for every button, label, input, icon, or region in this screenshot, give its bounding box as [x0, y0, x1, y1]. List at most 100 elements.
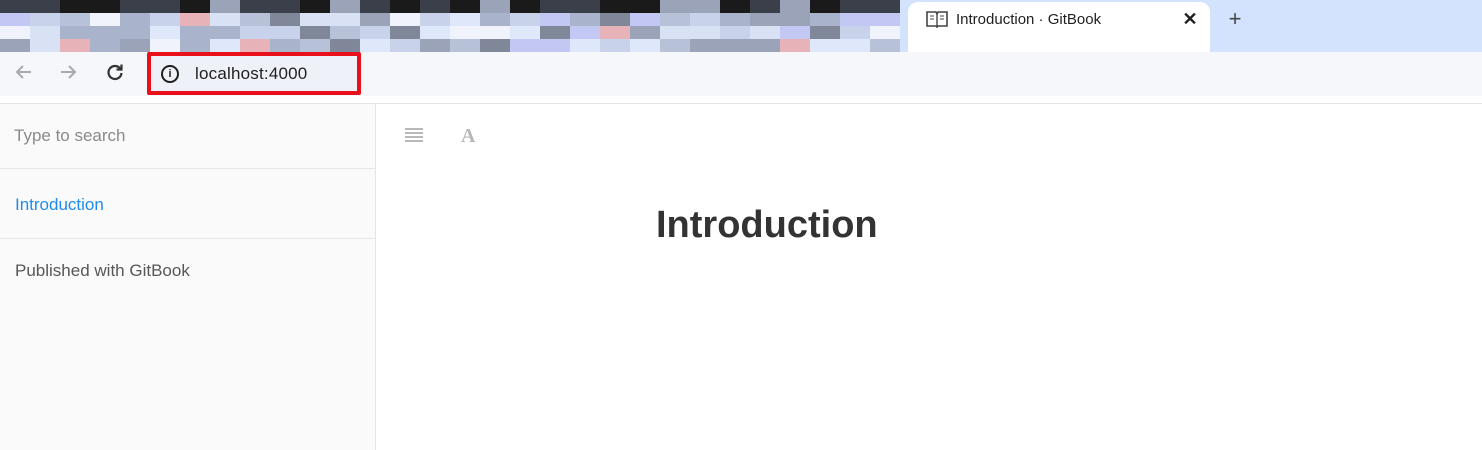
sidebar-item-introduction[interactable]: Introduction — [15, 195, 104, 215]
pixel-block — [840, 26, 870, 39]
pixel-block — [330, 0, 360, 13]
pixel-block — [600, 13, 630, 26]
back-arrow-icon[interactable] — [12, 62, 36, 86]
pixel-block — [360, 39, 390, 52]
pixel-block — [540, 39, 570, 52]
pixel-block — [420, 39, 450, 52]
pixel-block — [420, 0, 450, 13]
pixel-block — [810, 39, 840, 52]
pixel-block — [270, 0, 300, 13]
reload-icon[interactable] — [103, 62, 127, 86]
pixel-block — [600, 0, 630, 13]
pixel-block — [330, 26, 360, 39]
pixel-block — [90, 26, 120, 39]
pixel-block — [510, 13, 540, 26]
main-content: A Introduction — [377, 104, 1482, 450]
pixel-block — [300, 13, 330, 26]
pixel-block — [210, 26, 240, 39]
font-settings-icon[interactable]: A — [461, 125, 475, 148]
pixel-block — [870, 26, 900, 39]
pixel-block — [270, 13, 300, 26]
search-box — [0, 104, 375, 169]
pixel-block — [660, 39, 690, 52]
pixel-block — [510, 39, 540, 52]
pixel-block — [180, 39, 210, 52]
tab-active[interactable]: Introduction · GitBook ✕ — [908, 2, 1210, 52]
pixel-block — [750, 39, 780, 52]
pixel-block — [120, 26, 150, 39]
url-text[interactable]: localhost:4000 — [195, 64, 307, 84]
pixel-block — [810, 13, 840, 26]
pixel-block — [30, 0, 60, 13]
pixel-block — [150, 39, 180, 52]
pixel-block — [90, 39, 120, 52]
pixel-block — [450, 0, 480, 13]
forward-arrow-icon[interactable] — [56, 62, 80, 86]
address-bar[interactable]: i localhost:4000 — [151, 56, 357, 91]
pixel-block — [540, 0, 570, 13]
pixel-block — [630, 13, 660, 26]
pixel-block — [720, 13, 750, 26]
pixel-block — [630, 39, 660, 52]
pixel-block — [750, 0, 780, 13]
pixel-block — [690, 26, 720, 39]
pixelated-tabs-region — [0, 0, 900, 52]
pixel-block — [840, 13, 870, 26]
pixel-block — [120, 13, 150, 26]
pixel-block — [750, 26, 780, 39]
pixel-block — [480, 13, 510, 26]
search-input[interactable] — [14, 122, 354, 150]
pixel-block — [840, 39, 870, 52]
pixel-block — [480, 26, 510, 39]
pixel-block — [570, 26, 600, 39]
pixel-block — [450, 26, 480, 39]
pixel-block — [510, 26, 540, 39]
pixel-block — [300, 0, 330, 13]
pixel-block — [750, 13, 780, 26]
pixel-block — [870, 13, 900, 26]
published-with-gitbook-link[interactable]: Published with GitBook — [15, 261, 190, 281]
pixel-block — [210, 39, 240, 52]
pixel-block — [870, 0, 900, 13]
pixel-block — [390, 13, 420, 26]
pixel-block — [270, 39, 300, 52]
pixel-block — [660, 26, 690, 39]
pixel-block — [120, 39, 150, 52]
pixel-block — [90, 13, 120, 26]
pixel-block — [0, 13, 30, 26]
new-tab-button[interactable]: + — [1222, 6, 1248, 32]
pixel-block — [240, 26, 270, 39]
pixel-block — [450, 13, 480, 26]
pixel-block — [660, 13, 690, 26]
pixel-block — [180, 13, 210, 26]
pixel-block — [480, 39, 510, 52]
pixel-block — [780, 39, 810, 52]
pixel-block — [30, 39, 60, 52]
pixel-block — [720, 0, 750, 13]
pixel-block — [810, 26, 840, 39]
pixel-block — [150, 13, 180, 26]
pixel-block — [660, 0, 690, 13]
pixel-block — [630, 0, 660, 13]
close-icon[interactable]: ✕ — [1180, 8, 1200, 30]
pixel-block — [60, 13, 90, 26]
pixel-block — [0, 0, 30, 13]
pixel-block — [240, 0, 270, 13]
toc-toggle-icon[interactable] — [404, 127, 424, 143]
pixel-block — [360, 0, 390, 13]
pixel-block — [570, 0, 600, 13]
book-icon — [926, 10, 948, 29]
pixel-block — [270, 26, 300, 39]
pixel-block — [570, 39, 600, 52]
pixel-block — [60, 26, 90, 39]
pixel-block — [810, 0, 840, 13]
pixel-block — [780, 13, 810, 26]
sidebar: Introduction Published with GitBook — [0, 104, 376, 450]
pixel-block — [330, 13, 360, 26]
pixel-block — [150, 26, 180, 39]
page-title: Introduction — [656, 204, 878, 246]
pixel-block — [150, 0, 180, 13]
pixel-block — [30, 26, 60, 39]
info-icon[interactable]: i — [161, 65, 179, 83]
pixel-block — [720, 39, 750, 52]
